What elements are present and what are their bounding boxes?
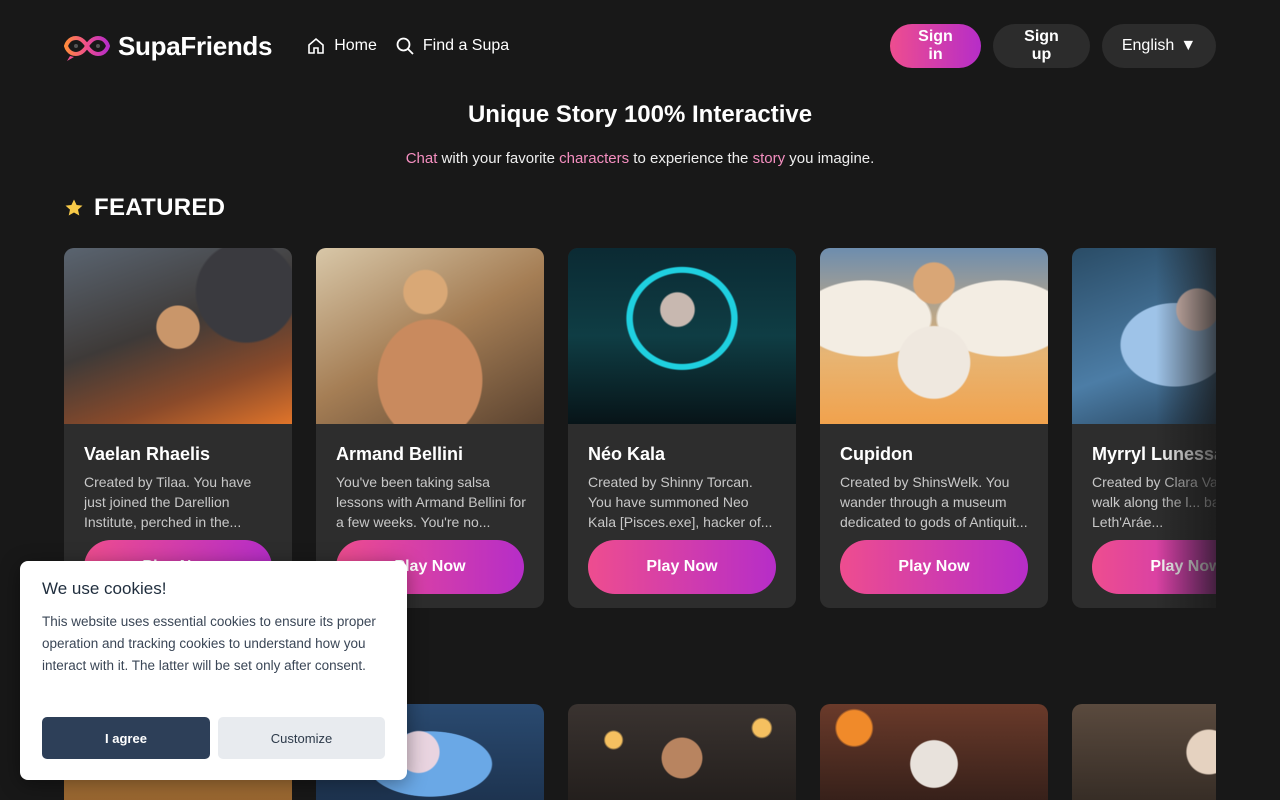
character-card[interactable]: Cupidon Created by ShinsWelk. You wander… [820, 248, 1048, 608]
character-description: Created by Tilaa. You have just joined t… [84, 474, 252, 530]
nav-home[interactable]: Home [306, 36, 377, 56]
cookie-title: We use cookies! [42, 579, 167, 598]
star-icon [65, 199, 83, 216]
hero-title: Unique Story 100% Interactive [467, 101, 813, 128]
hero-text-2: to experience the [629, 150, 753, 167]
character-card[interactable]: Armand Bellini You've been taking salsa … [316, 248, 544, 608]
character-card[interactable]: Vaelan Rhaelis Created by Tilaa. You hav… [64, 248, 292, 608]
header-actions: Sign in Sign up English ▼ [890, 24, 1216, 68]
cookie-text: This website uses essential cookies to e… [42, 614, 376, 673]
featured-title: FEATURED [94, 194, 226, 221]
agree-button[interactable]: I agree [42, 717, 210, 759]
chevron-down-icon: ▼ [1180, 37, 1197, 54]
customize-button[interactable]: Customize [218, 717, 385, 759]
character-name: Cupidon [840, 444, 913, 464]
character-thumbnail[interactable] [1072, 704, 1216, 800]
character-description: Created by Clara Va... you walk along th… [1092, 474, 1216, 530]
character-image [1072, 248, 1216, 424]
character-name: Néo Kala [588, 444, 666, 464]
hero-highlight-story: story [752, 150, 786, 167]
character-name: Vaelan Rhaelis [84, 444, 211, 464]
hero-highlight-characters: characters [559, 150, 630, 167]
hero-text-1: with your favorite [437, 150, 560, 167]
character-description: Created by ShinsWelk. You wander through… [840, 474, 1028, 530]
featured-carousel[interactable]: Vaelan Rhaelis Created by Tilaa. You hav… [64, 248, 1216, 608]
sign-in-button[interactable]: Sign in [890, 24, 981, 68]
play-now-button[interactable]: Play Now [840, 540, 1028, 594]
character-thumbnail[interactable] [568, 704, 796, 800]
character-image [316, 248, 544, 424]
language-select[interactable]: English ▼ [1102, 24, 1216, 68]
character-description: You've been taking salsa lessons with Ar… [336, 474, 526, 530]
play-now-button[interactable]: Play Now [588, 540, 776, 594]
character-name: Armand Bellini [336, 444, 464, 464]
infinity-logo-icon [64, 35, 110, 61]
logo-text: SupaFriends [118, 30, 273, 61]
hero-highlight-chat: Chat [405, 150, 438, 167]
character-image [820, 248, 1048, 424]
play-now-button[interactable]: Play Now [1092, 540, 1216, 594]
character-card[interactable]: Myrryl Lunessa Created by Clara Va... yo… [1072, 248, 1216, 608]
header: SupaFriends Home Find a Supa Sign in Sig… [64, 24, 1216, 68]
hero-subtitle: Chat with your favorite characters to ex… [0, 150, 1280, 167]
featured-heading: FEATURED [64, 194, 225, 222]
nav-find-supa-label: Find a Supa [422, 37, 510, 54]
character-image [568, 248, 796, 424]
sign-up-button[interactable]: Sign up [993, 24, 1090, 68]
logo[interactable]: SupaFriends [64, 29, 272, 63]
home-icon [308, 37, 324, 54]
character-thumbnail[interactable] [820, 704, 1048, 800]
nav-find-supa[interactable]: Find a Supa [395, 36, 509, 56]
nav-home-label: Home [334, 37, 377, 54]
character-image [64, 248, 292, 424]
character-card[interactable]: Néo Kala Created by Shinny Torcan. You h… [568, 248, 796, 608]
character-description: Created by Shinny Torcan. You have summo… [588, 474, 773, 530]
search-icon [396, 37, 414, 55]
cookie-banner: We use cookies! This website uses essent… [20, 561, 407, 780]
language-label: English [1121, 37, 1175, 54]
hero-text-3: you imagine. [785, 150, 875, 167]
character-name: Myrryl Lunessa [1092, 444, 1216, 464]
